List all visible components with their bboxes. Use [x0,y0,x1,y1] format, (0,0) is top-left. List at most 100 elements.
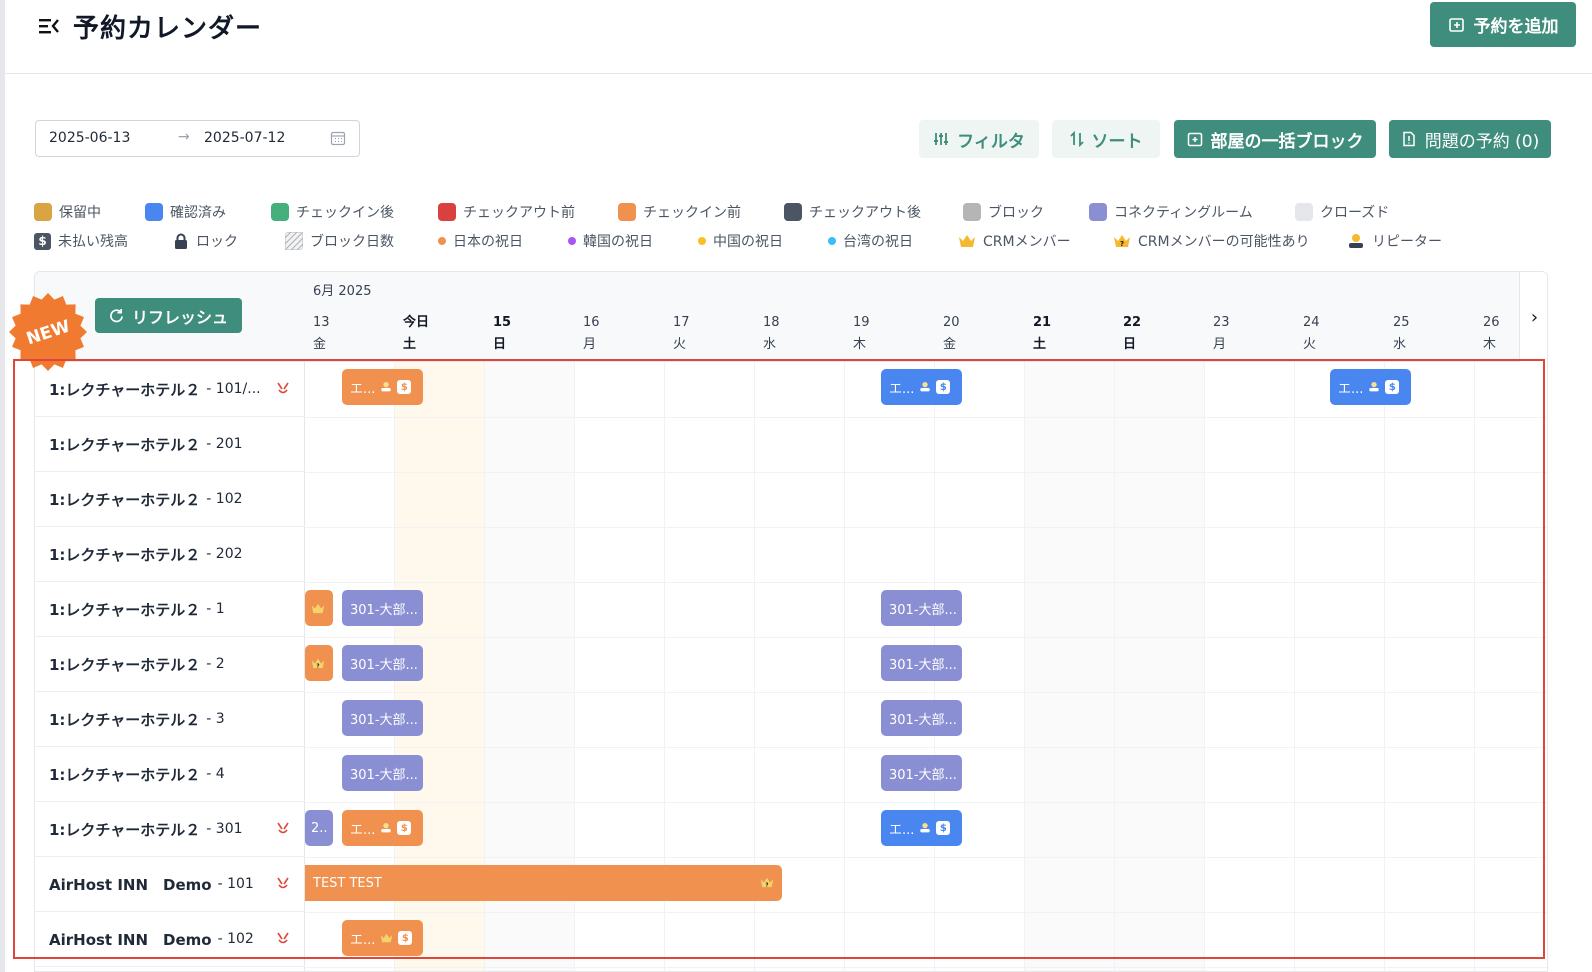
legend-crm-possible: ? CRMメンバーの可能性あり [1113,231,1310,251]
month-label: 6月 2025 [313,284,372,299]
booking-block[interactable]: TEST TEST ? [305,865,782,901]
cleaning-tool-icon[interactable] [275,930,291,946]
row-divider [305,747,1547,748]
document-alert-icon [1403,131,1415,147]
booking-block[interactable]: 301-大部... [881,645,962,681]
crown-icon [311,603,325,613]
filter-button[interactable]: フィルタ [919,120,1039,158]
booking-block[interactable]: エ... $ [881,369,962,405]
calendar-grid: 1:レクチャーホテル２- 101/... 1:レクチャーホテル２- 201 1:レク… [35,362,1547,971]
legend-repeater: リピーター [1347,231,1442,251]
booking-block[interactable]: エ... $ [1330,369,1411,405]
date-range-picker[interactable]: 2025-06-13 → 2025-07-12 [35,120,360,157]
room-row[interactable]: 1:レクチャーホテル２ - 3 [35,692,305,747]
room-row[interactable]: AirHost INN Demo - 101 [35,857,305,912]
sort-label: ソート [1091,131,1143,152]
cleaning-tool-icon[interactable] [275,380,291,396]
day-number: 19 [853,315,870,330]
booking-block[interactable]: エ... $ [342,810,423,846]
room-name: 1:レクチャーホテル２ [49,655,201,674]
add-reservation-button[interactable]: 予約を追加 [1430,2,1576,47]
day-header: 24 火 [1303,312,1320,356]
day-header: 26 木 [1483,312,1500,356]
booking-block[interactable]: 301-大部... [881,590,962,626]
booking-block[interactable]: エ... $ [342,369,423,405]
booking-block[interactable]: 301-大部... [342,700,423,736]
day-column[interactable] [1475,362,1547,971]
room-row[interactable]: 1:レクチャーホテル２ - 102 [35,472,305,527]
date-from[interactable]: 2025-06-13 [49,130,130,146]
legend-confirmed: 確認済み [145,202,226,222]
sort-icon [1069,131,1084,147]
legend-checked-out: チェックアウト後 [784,202,921,222]
repeater-icon [920,382,931,392]
dollar-icon: $ [397,380,412,394]
calendar-icon[interactable] [330,130,346,146]
room-row[interactable]: 1:レクチャーホテル２ - 1 [35,582,305,637]
day-column[interactable] [1205,362,1295,971]
menu-collapse-icon[interactable] [37,14,61,38]
problem-reservations-label: 問題の予約 (0) [1424,131,1540,152]
room-number: - 202 [206,546,243,562]
booking-block[interactable]: 301-大部... [881,755,962,791]
window-left-edge [0,0,5,972]
legend-closed: クローズド [1295,202,1389,222]
room-row[interactable]: 1:レクチャーホテル２ - 301 [35,802,305,857]
booking-block[interactable]: 301-大部... [342,645,423,681]
legend-before-checkin: チェックイン前 [618,202,741,222]
crown-question-icon: ? [760,877,774,888]
booking-block[interactable]: 301-大部... [881,700,962,736]
room-row[interactable]: 1:レクチャーホテル２ - 4 [35,747,305,802]
booking-block[interactable]: エ... $ [881,810,962,846]
dollar-icon: $ [397,821,412,835]
row-divider [305,912,1547,913]
booking-block[interactable] [305,590,333,626]
room-row[interactable]: 1:レクチャーホテル２ - 201 [35,417,305,472]
legend-block-days: ブロック日数 [285,231,394,251]
booking-block[interactable]: エ... $ [342,920,423,956]
day-column[interactable] [1385,362,1475,971]
room-number: - 3 [206,711,225,727]
cleaning-tool-icon[interactable] [275,875,291,891]
dollar-icon: $ [34,232,51,250]
day-column[interactable] [1115,362,1205,971]
bulk-block-button[interactable]: 部屋の一括ブロック [1174,120,1376,158]
day-weekday: 火 [1303,337,1317,352]
day-number: 20 [943,315,960,330]
room-number: - 102 [217,931,254,947]
booking-block[interactable]: 301-大部... [342,590,423,626]
problem-reservations-button[interactable]: 問題の予約 (0) [1389,120,1551,158]
room-row[interactable]: 1:レクチャーホテル２ - 2 [35,637,305,692]
add-calendar-icon [1448,17,1464,32]
cleaning-tool-icon[interactable] [275,820,291,836]
day-header: 23 月 [1213,312,1230,356]
sort-button[interactable]: ソート [1052,120,1160,158]
legend-japan-holiday: 日本の祝日 [438,231,523,251]
bulk-block-label: 部屋の一括ブロック [1210,131,1364,152]
booking-block[interactable]: ? [305,645,333,681]
room-row[interactable]: AirHost INN Demo - 102 [35,912,305,967]
crown-icon [381,933,393,943]
day-number: 15 [493,315,512,330]
row-divider [305,582,1547,583]
room-number: - 2 [206,656,225,672]
status-legend: 保留中 確認済み チェックイン後 チェックアウト前 チェックイン前 チェックアウ… [34,200,1554,260]
next-dates-chevron-icon[interactable]: › [1519,272,1547,362]
room-row[interactable]: 1:レクチャーホテル２ - 202 [35,527,305,582]
room-number: - 101 [217,876,254,892]
page-title: 予約カレンダー [73,14,263,44]
booking-block[interactable]: 2.. [305,810,333,846]
day-header: 25 水 [1393,312,1410,356]
row-divider [305,967,1547,968]
day-column[interactable] [1295,362,1385,971]
block-calendar-icon [1187,132,1202,147]
date-to[interactable]: 2025-07-12 [204,130,285,146]
day-header: 16 月 [583,312,600,356]
booking-block[interactable]: 301-大部... [342,755,423,791]
day-column[interactable] [1025,362,1115,971]
refresh-button[interactable]: リフレッシュ [95,298,242,333]
dollar-icon: $ [398,931,413,945]
room-name: 1:レクチャーホテル２ [49,380,201,399]
day-weekday: 火 [673,337,687,352]
refresh-label: リフレッシュ [131,307,228,327]
